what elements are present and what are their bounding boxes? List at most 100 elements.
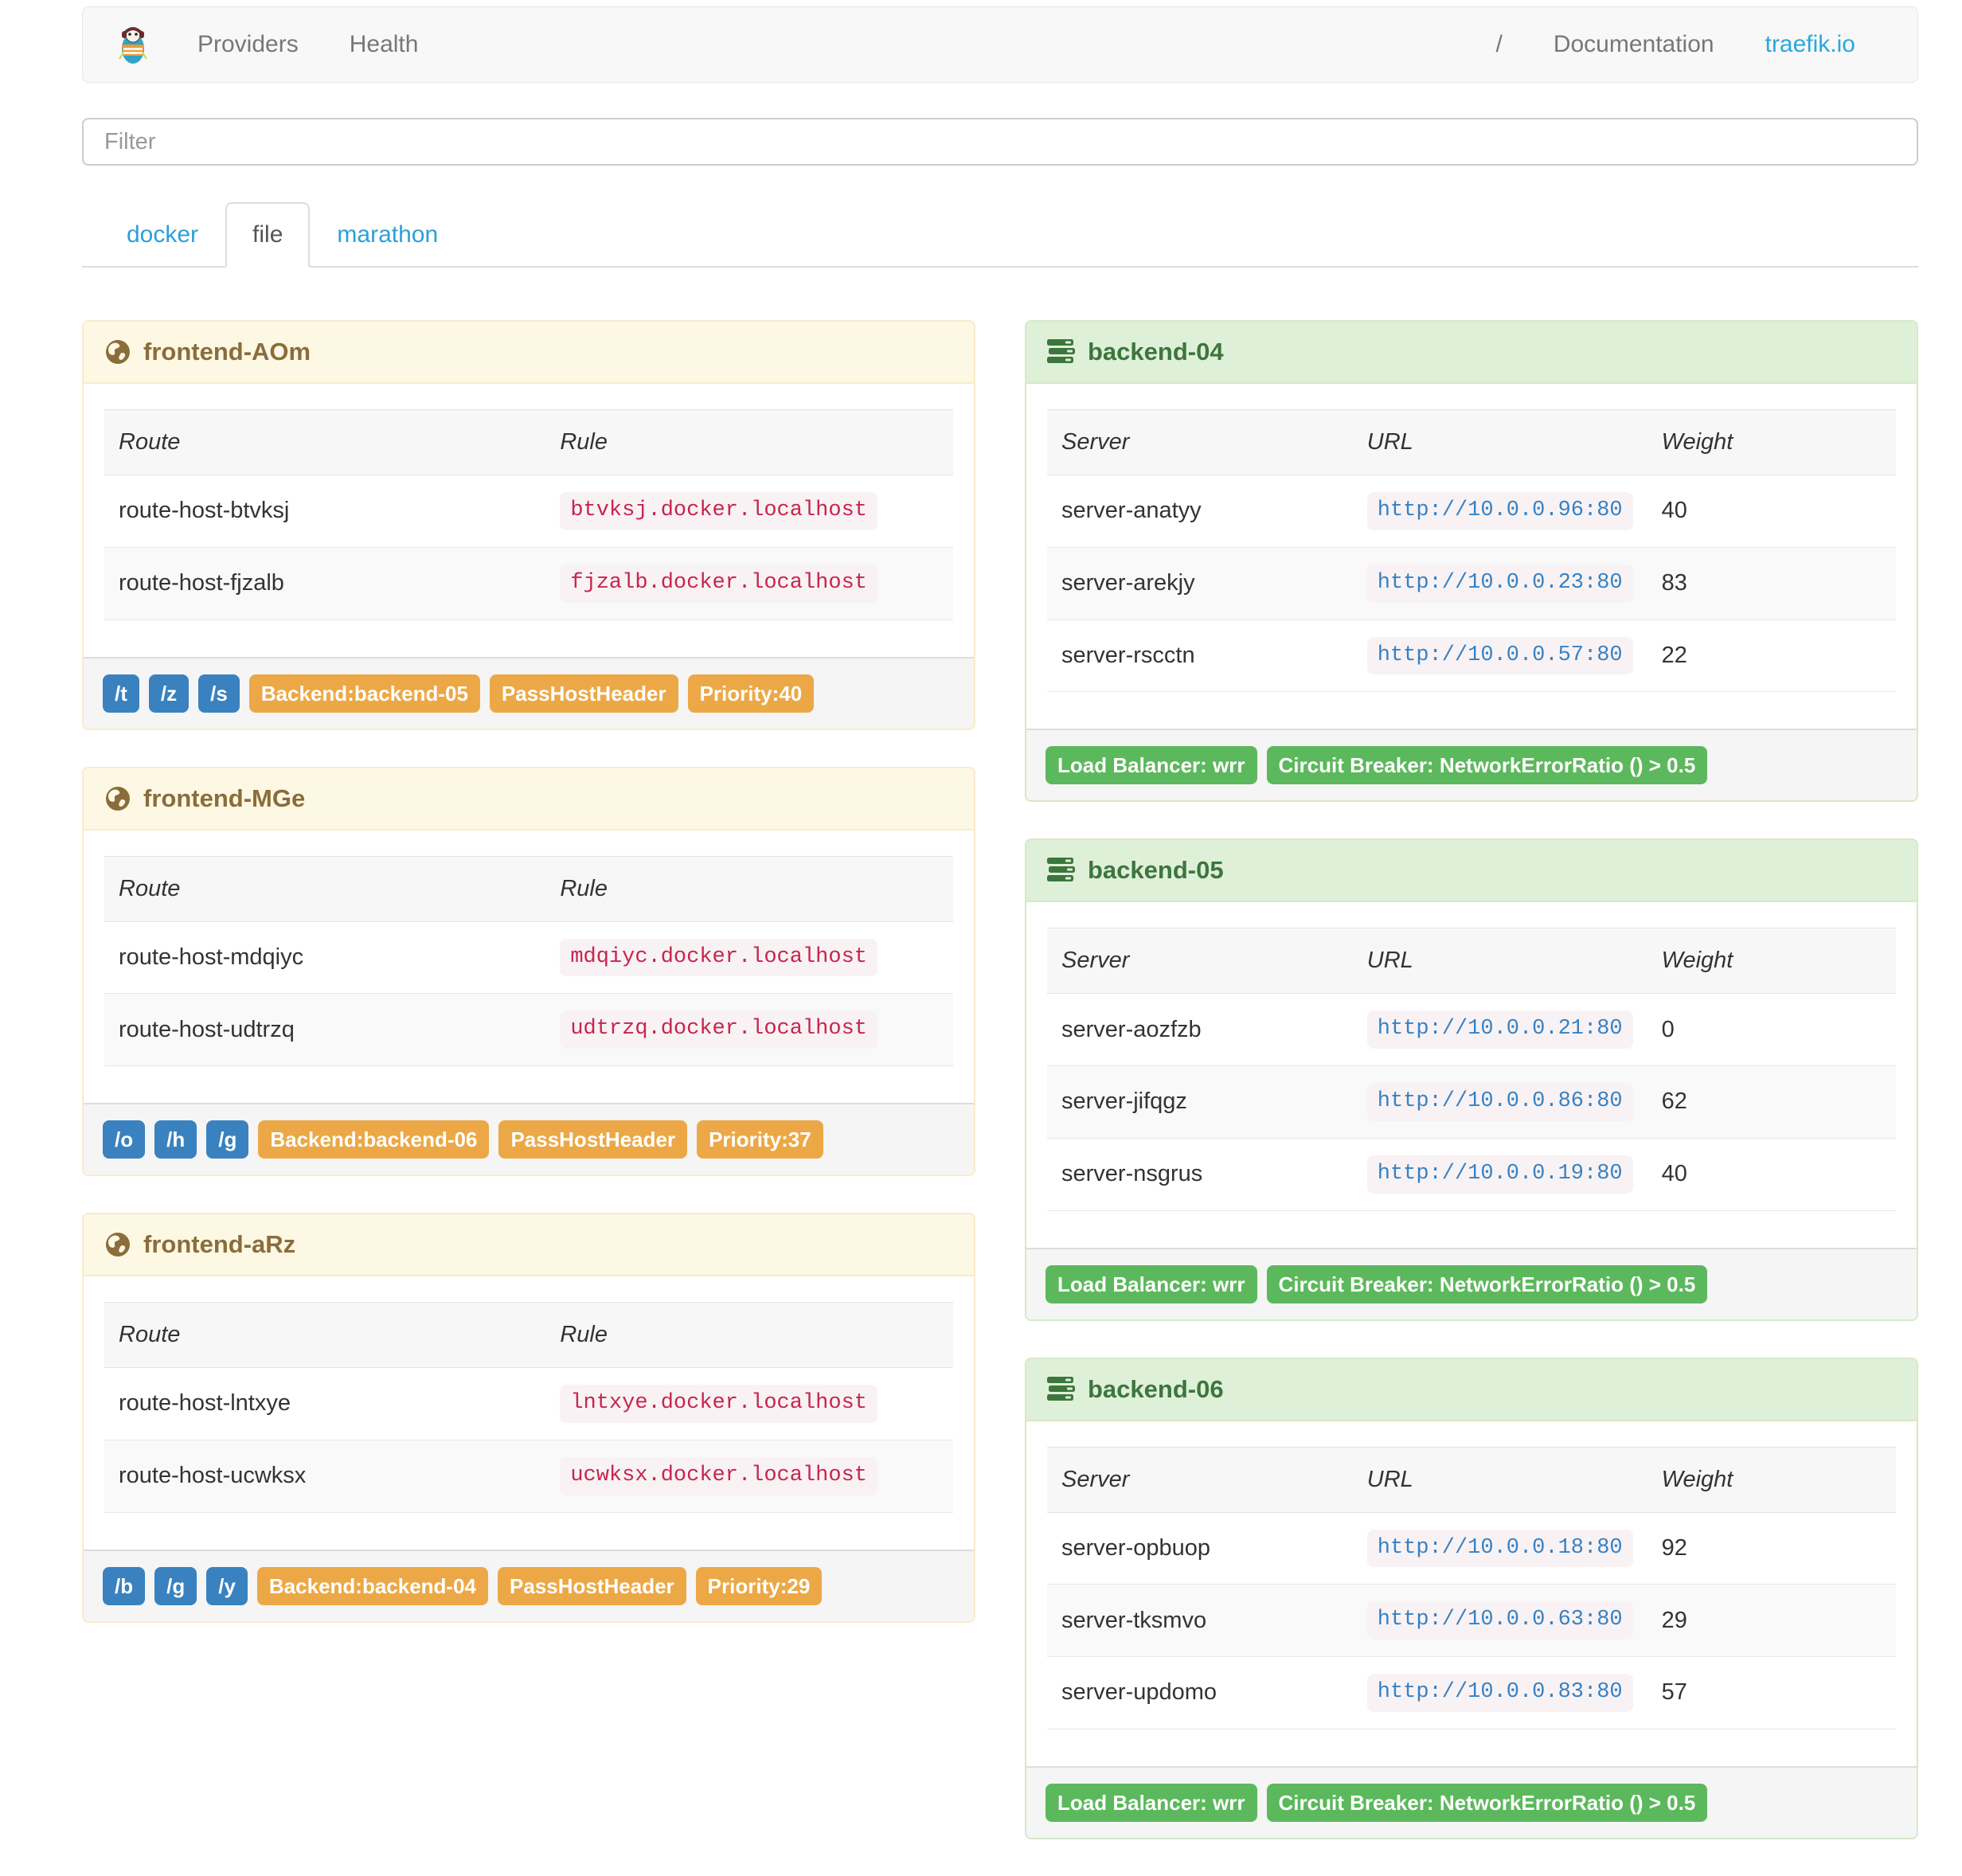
column-header-url: URL [1352, 928, 1647, 995]
path-badge: /g [206, 1120, 249, 1159]
path-badge: /y [206, 1566, 248, 1605]
route-row: route-host-mdqiyc mdqiyc.docker.localhos… [104, 921, 953, 995]
server-url-link[interactable]: http://10.0.0.63:80 [1366, 1601, 1633, 1640]
frontend-panel-mge: frontend-MGe Route Rule route-host-mdqiy… [82, 766, 975, 1176]
path-badge: /g [154, 1566, 197, 1605]
column-header-url: URL [1352, 1446, 1647, 1513]
traefik-brand[interactable] [83, 24, 172, 65]
server-url-link[interactable]: http://10.0.0.23:80 [1366, 564, 1633, 603]
backend-badge: Backend:backend-06 [258, 1120, 490, 1159]
route-name: route-host-btvksj [104, 475, 546, 548]
panels-grid: frontend-AOm Route Rule route-host-btvks… [82, 320, 1918, 1876]
route-row: route-host-ucwksx ucwksx.docker.localhos… [104, 1440, 953, 1513]
servers-table: Server URL Weight server-opbuop http://1… [1047, 1446, 1896, 1729]
routes-table: Route Rule route-host-lntxye lntxye.dock… [104, 1302, 953, 1513]
path-badge: /h [154, 1120, 197, 1159]
path-badge: /t [103, 674, 139, 713]
nav-link-health[interactable]: Health [324, 31, 444, 58]
server-row: server-anatyy http://10.0.0.96:80 40 [1047, 475, 1896, 548]
routes-table: Route Rule route-host-mdqiyc mdqiyc.dock… [104, 855, 953, 1067]
column-header-server: Server [1047, 1446, 1353, 1513]
server-weight: 62 [1647, 1065, 1896, 1139]
globe-icon [104, 785, 131, 812]
server-url-link[interactable]: http://10.0.0.21:80 [1366, 1010, 1633, 1049]
path-badge: /z [148, 674, 190, 713]
servers-table: Server URL Weight server-anatyy http://1… [1047, 409, 1896, 693]
route-name: route-host-ucwksx [104, 1440, 546, 1513]
backend-panel-footer: Load Balancer: wrr Circuit Breaker: Netw… [1026, 1765, 1917, 1838]
passhostheader-badge: PassHostHeader [498, 1120, 688, 1159]
server-name: server-aozfzb [1047, 993, 1353, 1066]
server-stack-icon [1047, 339, 1076, 365]
backend-panel-body: Server URL Weight server-opbuop http://1… [1026, 1421, 1917, 1766]
filter-input[interactable] [82, 118, 1918, 166]
passhostheader-badge: PassHostHeader [489, 674, 678, 713]
tab-file[interactable]: file [225, 202, 311, 268]
navbar: Providers Health / Documentation traefik… [82, 6, 1918, 83]
backend-panel-header: backend-06 [1026, 1358, 1917, 1421]
server-url-link[interactable]: http://10.0.0.19:80 [1366, 1155, 1633, 1194]
frontend-panel-footer: /o /h /g Backend:backend-06 PassHostHead… [84, 1103, 974, 1174]
backend-panel-04: backend-04 Server URL Weight server-anat… [1025, 320, 1918, 803]
frontend-panel-header: frontend-aRz [84, 1214, 974, 1276]
nav-link-traefik-io[interactable]: traefik.io [1740, 31, 1881, 58]
server-weight: 22 [1647, 619, 1896, 693]
frontend-panel-body: Route Rule route-host-mdqiyc mdqiyc.dock… [84, 830, 974, 1103]
tab-docker[interactable]: docker [100, 202, 225, 268]
route-row: route-host-btvksj btvksj.docker.localhos… [104, 475, 953, 548]
server-url-link[interactable]: http://10.0.0.86:80 [1366, 1083, 1633, 1121]
frontend-panel-footer: /b /g /y Backend:backend-04 PassHostHead… [84, 1549, 974, 1621]
nav-link-documentation[interactable]: Documentation [1528, 31, 1740, 58]
frontend-panel-header: frontend-AOm [84, 322, 974, 384]
backend-title: backend-04 [1088, 338, 1224, 365]
route-row: route-host-lntxye lntxye.docker.localhos… [104, 1367, 953, 1440]
priority-badge: Priority:37 [697, 1120, 823, 1159]
filter-wrap [82, 118, 1918, 166]
route-name: route-host-udtrzq [104, 993, 546, 1066]
frontend-panel-body: Route Rule route-host-btvksj btvksj.dock… [84, 384, 974, 657]
load-balancer-badge: Load Balancer: wrr [1045, 746, 1257, 785]
server-row: server-rscctn http://10.0.0.57:80 22 [1047, 619, 1896, 693]
backend-panel-06: backend-06 Server URL Weight server-opbu… [1025, 1357, 1918, 1839]
server-url-link[interactable]: http://10.0.0.96:80 [1366, 492, 1633, 530]
page-container: Providers Health / Documentation traefik… [82, 6, 1918, 1876]
frontend-title: frontend-aRz [143, 1230, 296, 1258]
backend-panel-footer: Load Balancer: wrr Circuit Breaker: Netw… [1026, 729, 1917, 801]
server-weight: 29 [1647, 1584, 1896, 1657]
route-name: route-host-mdqiyc [104, 921, 546, 995]
route-name: route-host-lntxye [104, 1367, 546, 1440]
globe-icon [104, 1231, 131, 1258]
tab-marathon[interactable]: marathon [310, 202, 465, 268]
column-header-server: Server [1047, 928, 1353, 995]
load-balancer-badge: Load Balancer: wrr [1045, 1264, 1257, 1303]
frontend-panel-header: frontend-MGe [84, 768, 974, 831]
backends-column: backend-04 Server URL Weight server-anat… [1025, 320, 1918, 1876]
circuit-breaker-badge: Circuit Breaker: NetworkErrorRatio () > … [1266, 1264, 1708, 1303]
server-url-link[interactable]: http://10.0.0.57:80 [1366, 636, 1633, 675]
server-row: server-arekjy http://10.0.0.23:80 83 [1047, 547, 1896, 620]
server-url-link[interactable]: http://10.0.0.83:80 [1366, 1674, 1633, 1712]
backend-title: backend-06 [1088, 1374, 1224, 1403]
column-header-rule: Rule [545, 1302, 953, 1368]
server-url-link[interactable]: http://10.0.0.18:80 [1366, 1529, 1633, 1568]
load-balancer-badge: Load Balancer: wrr [1045, 1783, 1257, 1822]
server-name: server-updomo [1047, 1656, 1353, 1729]
navbar-right: / Documentation traefik.io [1470, 31, 1917, 58]
navbar-left: Providers Health [83, 24, 444, 65]
backend-panel-header: backend-05 [1026, 840, 1917, 903]
frontend-title: frontend-AOm [143, 338, 311, 365]
traefik-logo-icon [116, 24, 150, 65]
priority-badge: Priority:40 [687, 674, 815, 713]
frontend-panel-body: Route Rule route-host-lntxye lntxye.dock… [84, 1276, 974, 1550]
server-weight: 83 [1647, 547, 1896, 620]
backend-panel-05: backend-05 Server URL Weight server-aozf… [1025, 838, 1918, 1321]
rule-value: fjzalb.docker.localhost [560, 564, 877, 603]
nav-link-providers[interactable]: Providers [172, 31, 324, 58]
passhostheader-badge: PassHostHeader [498, 1566, 686, 1605]
frontend-panel-footer: /t /z /s Backend:backend-05 PassHostHead… [84, 656, 974, 729]
backend-panel-body: Server URL Weight server-aozfzb http://1… [1026, 902, 1917, 1248]
column-header-rule: Rule [545, 409, 953, 475]
backend-title: backend-05 [1088, 856, 1224, 885]
server-row: server-tksmvo http://10.0.0.63:80 29 [1047, 1584, 1896, 1657]
column-header-weight: Weight [1647, 928, 1896, 995]
